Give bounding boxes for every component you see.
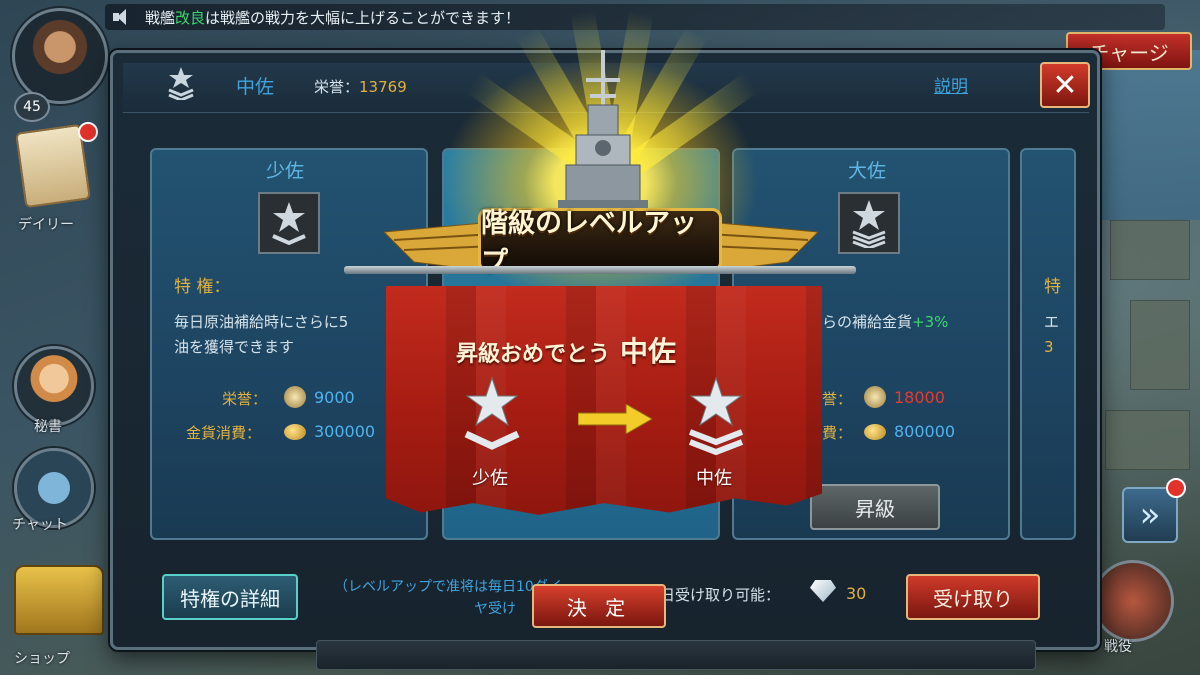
privilege-label: 特 権： bbox=[174, 277, 231, 297]
notice-suffix: は戦艦の戦力を大幅に上げることができます！ bbox=[205, 8, 521, 27]
rank-insignia-box bbox=[258, 192, 320, 254]
card-title-left: 少佐 bbox=[266, 160, 305, 182]
footer-note-1: （レベルアップで准将は毎日10ダイ bbox=[334, 579, 562, 595]
side-label-battle[interactable]: 戦役 bbox=[1104, 636, 1132, 656]
from-rank-label: 少佐 bbox=[472, 468, 508, 489]
gold-coin-icon bbox=[864, 424, 886, 440]
privilege-desc-far-1: エ bbox=[1044, 313, 1060, 331]
honor-medal-icon bbox=[284, 386, 306, 408]
gold-coin-icon bbox=[284, 424, 306, 440]
honor-req-value: 18000 bbox=[894, 388, 945, 407]
privilege-desc-right-text: らの補給金貨 bbox=[822, 313, 913, 331]
honor-value: 13769 bbox=[359, 78, 407, 96]
gold-cost-label: 金貨消費： bbox=[186, 424, 262, 442]
harbor-building bbox=[1110, 220, 1190, 280]
shop-chest-icon[interactable] bbox=[14, 565, 104, 635]
side-label-chat[interactable]: チャット bbox=[12, 514, 68, 534]
honor-display: 栄誉：13769 bbox=[314, 76, 407, 97]
privilege-desc-1: 毎日原油補給時にさらに5 bbox=[174, 313, 349, 331]
footer-note-2: ヤ受け bbox=[474, 601, 516, 617]
gold-cost-value: 800000 bbox=[894, 422, 956, 441]
colonel-insignia-icon bbox=[852, 200, 886, 248]
privilege-desc-far-2: 3 bbox=[1044, 338, 1054, 356]
close-icon: ✕ bbox=[1052, 67, 1078, 103]
close-button[interactable]: ✕ bbox=[1040, 62, 1090, 108]
honor-medal-icon bbox=[864, 386, 886, 408]
side-label-secretary[interactable]: 秘書 bbox=[34, 416, 62, 436]
banner-rail bbox=[344, 266, 856, 274]
gold-cost-label: 費： bbox=[822, 424, 853, 442]
receive-button[interactable]: 受け取り bbox=[906, 574, 1040, 620]
explain-link[interactable]: 説明 bbox=[934, 72, 968, 97]
harbor-building bbox=[1130, 300, 1190, 390]
game-screen: 戦艦 改良 は戦艦の戦力を大幅に上げることができます！ チャージ 45 デイリー 秘… bbox=[0, 0, 1200, 675]
honor-label: 栄誉： bbox=[314, 78, 360, 96]
privilege-label-far: 特 bbox=[1044, 277, 1061, 297]
privilege-desc-2: 油を獲得できます bbox=[174, 338, 295, 356]
notice-prefix: 戦艦 bbox=[145, 8, 176, 27]
player-avatar[interactable] bbox=[12, 8, 108, 104]
battleship-icon bbox=[558, 50, 648, 220]
honor-req-label: 誉： bbox=[822, 390, 853, 408]
honor-req-label: 栄誉： bbox=[222, 390, 268, 408]
gold-cost-value: 300000 bbox=[314, 422, 376, 441]
major-insignia-icon bbox=[464, 376, 520, 450]
new-rank-text: 中佐 bbox=[620, 335, 677, 368]
congrats-text: 昇級おめでとう 中佐 bbox=[456, 330, 676, 370]
privilege-detail-button[interactable]: 特権の詳細 bbox=[162, 574, 298, 620]
to-rank-label: 中佐 bbox=[696, 468, 732, 489]
notification-dot bbox=[1166, 478, 1186, 498]
notification-dot bbox=[78, 122, 98, 142]
battle-icon[interactable] bbox=[1092, 560, 1174, 642]
promote-button[interactable]: 昇級 bbox=[810, 484, 940, 530]
rank-badge-icon bbox=[168, 67, 194, 100]
privilege-desc-right: らの補給金貨+3% bbox=[822, 310, 948, 335]
side-label-daily[interactable]: デイリー bbox=[18, 214, 74, 234]
level-up-title: 階級のレベルアップ bbox=[478, 208, 722, 278]
daily-receive-label: 日受け取り可能： bbox=[660, 586, 781, 604]
bottom-tab-strip bbox=[316, 640, 1036, 670]
major-insignia-icon bbox=[272, 202, 306, 246]
daily-receive-value: 30 bbox=[846, 584, 867, 603]
player-level-badge: 45 bbox=[14, 92, 50, 122]
current-rank: 中佐 bbox=[236, 76, 275, 98]
harbor-building bbox=[1105, 410, 1190, 470]
confirm-button[interactable]: 決 定 bbox=[532, 584, 666, 628]
notice-highlight: 改良 bbox=[175, 8, 206, 27]
secretary-avatar[interactable] bbox=[14, 346, 94, 426]
privilege-pct: +3% bbox=[912, 313, 949, 331]
lt-colonel-insignia-icon bbox=[688, 376, 744, 456]
card-title-right: 大佐 bbox=[848, 160, 887, 182]
honor-req-value: 9000 bbox=[314, 388, 355, 407]
side-label-shop[interactable]: ショップ bbox=[14, 648, 70, 668]
rank-insignia-box bbox=[838, 192, 900, 254]
speaker-icon bbox=[113, 9, 131, 25]
arrow-right-icon bbox=[578, 404, 652, 434]
congrats-message: 昇級おめでとう bbox=[456, 342, 611, 367]
